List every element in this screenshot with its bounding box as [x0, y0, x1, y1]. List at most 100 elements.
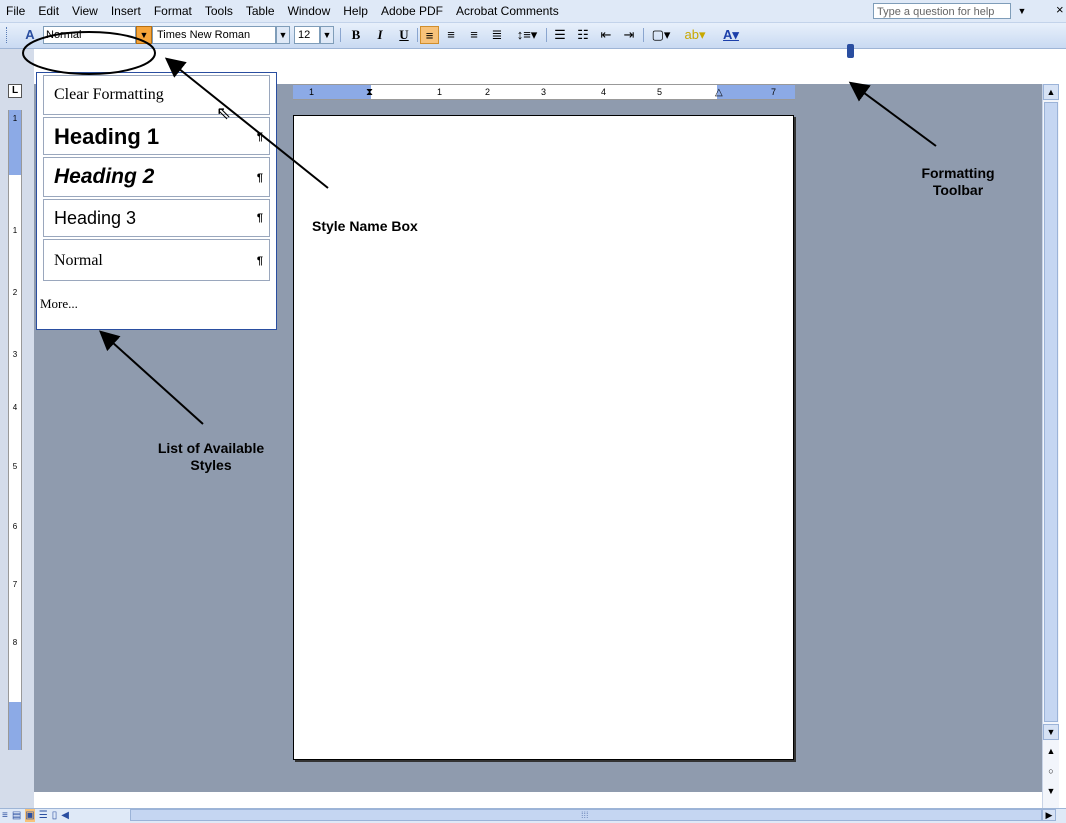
- scroll-up-icon[interactable]: ▲: [1043, 84, 1059, 100]
- scroll-grip-icon: ⁞⁞⁞: [581, 810, 589, 820]
- ruler-number: 1: [309, 87, 315, 97]
- list-of-styles-annotation: List of Available Styles: [157, 440, 265, 473]
- ruler-number: 5: [12, 462, 18, 471]
- outline-view-icon[interactable]: ☰: [39, 809, 48, 822]
- help-dropdown-icon[interactable]: ▼: [1015, 4, 1029, 18]
- tab-selector-icon[interactable]: L: [8, 84, 22, 98]
- reading-layout-icon[interactable]: ▯: [52, 809, 58, 822]
- scroll-right-icon[interactable]: ▶: [1042, 809, 1056, 821]
- ruler-number: 3: [541, 87, 547, 97]
- ruler-margin: [293, 85, 371, 99]
- next-page-icon[interactable]: ▼: [1043, 784, 1059, 798]
- style-item-heading-2[interactable]: Heading 2 ¶: [43, 157, 270, 197]
- ruler-number: 2: [12, 288, 18, 297]
- document-page[interactable]: [293, 115, 794, 760]
- toolbar-grip[interactable]: [6, 27, 10, 43]
- toolbar-separator: [546, 28, 547, 42]
- style-item-label: Heading 2: [54, 165, 155, 188]
- align-right-icon[interactable]: ≡: [466, 26, 482, 44]
- paragraph-mark-icon: ¶: [256, 172, 263, 184]
- style-dropdown-button[interactable]: ▼: [136, 26, 152, 44]
- styles-pane-icon[interactable]: A: [22, 27, 38, 43]
- style-item-clear-formatting[interactable]: Clear Formatting: [43, 75, 270, 115]
- style-item-label: Heading 1: [54, 124, 160, 149]
- line-spacing-icon[interactable]: ↕≡▾: [512, 26, 542, 44]
- menu-insert[interactable]: Insert: [111, 4, 141, 18]
- print-layout-icon[interactable]: ▣: [25, 809, 35, 822]
- ruler-number: 8: [12, 638, 18, 647]
- scroll-down-icon[interactable]: ▼: [1043, 724, 1059, 740]
- justify-icon[interactable]: ≣: [489, 26, 505, 44]
- font-name-box[interactable]: Times New Roman: [152, 26, 276, 44]
- vertical-scrollbar[interactable]: ▲ ▼ ▲ ○ ▼: [1042, 84, 1059, 808]
- paragraph-mark-icon: ¶: [256, 255, 263, 267]
- font-color-icon[interactable]: A▾: [716, 26, 746, 44]
- style-dropdown-list: Clear Formatting Heading 1 ¶ Heading 2 ¶…: [36, 72, 277, 330]
- align-center-icon[interactable]: ≡: [443, 26, 459, 44]
- menu-adobe-pdf[interactable]: Adobe PDF: [381, 4, 443, 18]
- menu-help[interactable]: Help: [343, 4, 368, 18]
- ruler-margin: [9, 702, 21, 750]
- select-browse-object-icon[interactable]: ○: [1043, 764, 1059, 778]
- ruler-number: 1: [437, 87, 443, 97]
- ruler-number: 2: [485, 87, 491, 97]
- border-icon[interactable]: ▢▾: [648, 26, 674, 44]
- style-name-box[interactable]: Normal: [43, 26, 136, 44]
- vertical-ruler: 1 1 2 3 4 5 6 7 8: [8, 110, 22, 750]
- toolbar-separator: [340, 28, 341, 42]
- style-item-label: Clear Formatting: [54, 86, 164, 103]
- ruler-margin: [717, 85, 795, 99]
- ruler-number: 6: [12, 522, 18, 531]
- style-item-label: Heading 3: [54, 208, 137, 228]
- menu-table[interactable]: Table: [246, 4, 275, 18]
- mouse-pointer-icon: ⇖: [216, 103, 232, 123]
- italic-button[interactable]: I: [372, 26, 388, 44]
- underline-button[interactable]: U: [396, 26, 412, 44]
- menu-edit[interactable]: Edit: [38, 4, 59, 18]
- style-item-heading-1[interactable]: Heading 1 ¶: [43, 117, 270, 155]
- highlight-icon[interactable]: ab▾: [680, 26, 710, 44]
- toolbar-options-icon[interactable]: [847, 44, 854, 58]
- ruler-number: 4: [601, 87, 607, 97]
- ruler-number: 4: [12, 403, 18, 412]
- normal-view-icon[interactable]: ≡: [2, 809, 8, 822]
- align-left-icon[interactable]: ≡: [420, 26, 439, 44]
- menu-file[interactable]: File: [6, 4, 25, 18]
- decrease-indent-icon[interactable]: ⇤: [598, 26, 614, 44]
- ruler-number: 7: [12, 580, 18, 589]
- first-line-indent-marker[interactable]: ⧗: [366, 88, 373, 98]
- menu-view[interactable]: View: [72, 4, 98, 18]
- more-styles-link[interactable]: More...: [40, 296, 78, 312]
- ruler-number: 7: [771, 87, 777, 97]
- menu-format[interactable]: Format: [154, 4, 192, 18]
- bullets-icon[interactable]: ☷: [575, 26, 591, 44]
- help-search-input[interactable]: Type a question for help: [873, 3, 1011, 19]
- menu-acrobat-comments[interactable]: Acrobat Comments: [456, 4, 559, 18]
- increase-indent-icon[interactable]: ⇥: [621, 26, 637, 44]
- menu-window[interactable]: Window: [288, 4, 331, 18]
- right-indent-marker[interactable]: △: [715, 88, 723, 98]
- style-item-normal[interactable]: Normal ¶: [43, 239, 270, 281]
- font-size-box[interactable]: 12: [294, 26, 320, 44]
- style-name-box-annotation: Style Name Box: [312, 218, 418, 234]
- toolbar-separator: [417, 28, 418, 42]
- web-layout-icon[interactable]: ▤: [12, 809, 21, 822]
- previous-page-icon[interactable]: ▲: [1043, 744, 1059, 758]
- ruler-number: 5: [657, 87, 663, 97]
- ruler-number: 3: [12, 350, 18, 359]
- font-size-dropdown-button[interactable]: ▼: [320, 26, 334, 44]
- close-document-icon[interactable]: ×: [1056, 2, 1066, 18]
- paragraph-mark-icon: ¶: [256, 212, 263, 224]
- font-dropdown-button[interactable]: ▼: [276, 26, 290, 44]
- formatting-toolbar-annotation: Formatting Toolbar: [921, 165, 995, 198]
- ruler-number: 1: [12, 226, 18, 235]
- menu-tools[interactable]: Tools: [205, 4, 233, 18]
- toolbar-separator: [643, 28, 644, 42]
- numbering-icon[interactable]: ☰: [552, 26, 568, 44]
- paragraph-mark-icon: ¶: [256, 131, 263, 143]
- scroll-thumb[interactable]: [1044, 102, 1058, 722]
- view-buttons: ≡ ▤ ▣ ☰ ▯ ◀: [2, 809, 69, 822]
- style-item-heading-3[interactable]: Heading 3 ¶: [43, 199, 270, 237]
- scroll-left-icon[interactable]: ◀: [61, 809, 69, 822]
- bold-button[interactable]: B: [348, 26, 364, 44]
